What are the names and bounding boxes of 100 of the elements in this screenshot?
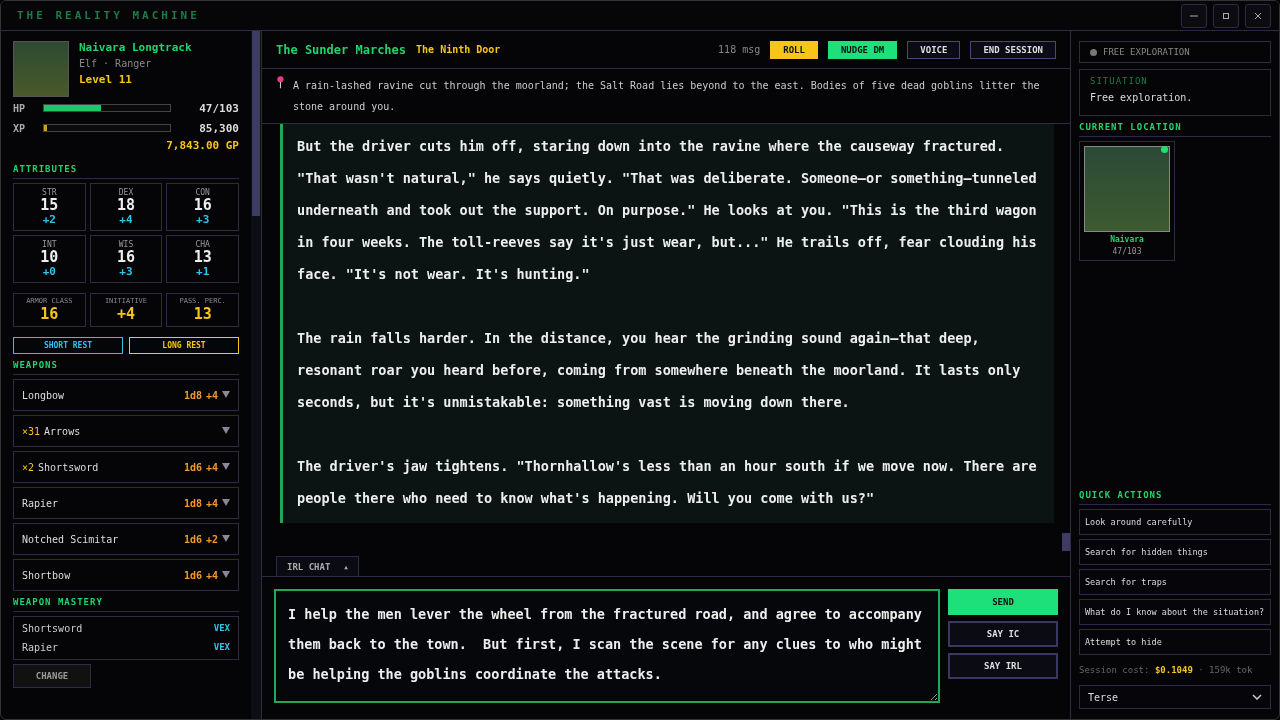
minimize-icon bbox=[1190, 14, 1198, 17]
chevron-down-icon bbox=[1252, 694, 1262, 700]
weapon-quantity: ×2 bbox=[22, 461, 35, 473]
header-button[interactable]: VOICE bbox=[907, 40, 961, 59]
attribute-score: 16 bbox=[193, 197, 212, 213]
attribute-label: CON bbox=[195, 188, 210, 197]
weapon-row[interactable]: Shortbow 1d6 +4 bbox=[13, 559, 239, 591]
attribute-modifier: +1 bbox=[196, 265, 210, 278]
party-member-hp: 47/103 bbox=[1112, 247, 1142, 256]
character-name: Naivara Longtrack bbox=[79, 41, 192, 54]
header-button[interactable]: END SESSION bbox=[970, 40, 1056, 59]
weapon-bonus: +2 bbox=[205, 533, 218, 545]
stat-value: 85,300 bbox=[198, 121, 239, 135]
pin-icon bbox=[276, 75, 285, 89]
mastery-weapon: Rapier bbox=[22, 642, 59, 653]
scroll-thumb[interactable] bbox=[252, 31, 260, 216]
caret-icon[interactable] bbox=[222, 498, 230, 508]
weapon-name: Notched Scimitar bbox=[22, 533, 120, 545]
mastery-property: VEX bbox=[213, 642, 230, 653]
weapon-name: Shortbow bbox=[22, 569, 72, 581]
derived-stat-value: 13 bbox=[193, 305, 212, 323]
attribute-score: 18 bbox=[116, 197, 135, 213]
quick-action-button[interactable]: Search for traps bbox=[1079, 569, 1271, 595]
weapon-damage: 1d8 bbox=[183, 497, 202, 509]
session-cost: Session cost: $0.1049 · 159k tok bbox=[1079, 665, 1254, 675]
minimize-button[interactable] bbox=[1181, 3, 1207, 28]
rest-button[interactable]: LONG REST bbox=[129, 337, 239, 354]
situation-text: Free exploration. bbox=[1090, 92, 1194, 103]
attribute-label: STR bbox=[42, 188, 57, 197]
campaign-title: The Sunder Marches bbox=[276, 42, 407, 57]
narrative-paragraph: But the driver cuts him off, staring down into the ravine where the causeway fractured. "That wasn't natural," he says quietly. "That was deliberate. Someone—or something—tunneled underneath and took out the support. On purpose." He looks at you. "This is the third wagon in four weeks. The toll-reeves say it's just wear, but..." He trails off, fear clouding his face. "It's not wear. It's hunting." bbox=[297, 137, 1038, 284]
send-button[interactable]: SAY IRL bbox=[948, 653, 1058, 679]
weapon-damage: 1d6 bbox=[183, 533, 202, 545]
maximize-icon bbox=[1222, 11, 1230, 20]
weapon-row[interactable]: Rapier 1d8 +4 bbox=[13, 487, 239, 519]
attribute-label: DEX bbox=[118, 188, 134, 197]
derived-stat-value: 16 bbox=[40, 305, 59, 323]
section-heading: WEAPON MASTERY bbox=[13, 591, 239, 612]
narrative-paragraph: The rain falls harder. In the distance, you hear the grinding sound again—that deep, resonant roar you heard before, coming from somewhere beneath the moorland. It lasts only seconds, but it's unmistakable: something vast is moving down there. bbox=[297, 329, 1022, 412]
caret-icon[interactable] bbox=[222, 534, 230, 544]
attribute-modifier: +3 bbox=[196, 213, 210, 226]
weapon-name: Rapier bbox=[22, 497, 60, 509]
maximize-button[interactable] bbox=[1213, 3, 1239, 28]
section-heading: ATTRIBUTES bbox=[13, 158, 239, 179]
weapon-damage: 1d6 bbox=[183, 461, 202, 473]
attribute-score: 13 bbox=[193, 249, 212, 265]
weapon-name: Shortsword bbox=[38, 461, 100, 473]
stat-value: 47/103 bbox=[198, 101, 239, 115]
attribute-score: 10 bbox=[40, 249, 59, 265]
mastery-property: VEX bbox=[213, 623, 230, 634]
send-button[interactable]: SEND bbox=[948, 589, 1058, 615]
weapon-bonus: +4 bbox=[205, 461, 218, 473]
section-heading: QUICK ACTIONS bbox=[1079, 484, 1271, 505]
weapon-damage: 1d6 bbox=[183, 569, 202, 581]
caret-icon[interactable] bbox=[222, 426, 230, 436]
rest-button[interactable]: SHORT REST bbox=[13, 337, 123, 354]
weapon-row[interactable]: Longbow 1d8 +4 bbox=[13, 379, 239, 411]
weapon-bonus: +4 bbox=[205, 569, 218, 581]
message-count: 118 msg bbox=[718, 44, 761, 55]
weapon-row[interactable]: Notched Scimitar 1d6 +2 bbox=[13, 523, 239, 555]
section-heading: WEAPONS bbox=[13, 354, 239, 375]
stat-label: HP bbox=[13, 102, 27, 114]
scroll-thumb[interactable] bbox=[1062, 533, 1070, 551]
attribute-label: INT bbox=[42, 240, 57, 249]
header-button[interactable]: NUDGE DM bbox=[827, 40, 898, 59]
quick-action-button[interactable]: Look around carefully bbox=[1079, 509, 1271, 535]
weapon-quantity: ×31 bbox=[22, 425, 41, 437]
weapon-row[interactable]: ×2 Shortsword 1d6 +4 bbox=[13, 451, 239, 483]
party-card[interactable]: Naivara 47/103 bbox=[1079, 141, 1175, 261]
caret-icon[interactable] bbox=[222, 570, 230, 580]
close-icon bbox=[1254, 11, 1262, 20]
weapon-row[interactable]: ×31 Arrows bbox=[13, 415, 239, 447]
location-description: A rain-lashed ravine cut through the moorland; the Salt Road lies beyond to the east. Bodies of five dead goblins litter the stone around you. bbox=[292, 79, 1041, 114]
race-class: Elf · Ranger bbox=[79, 58, 153, 69]
scrollbar[interactable] bbox=[251, 31, 261, 719]
weapon-bonus: +4 bbox=[205, 389, 218, 401]
party-member-name: Naivara bbox=[1110, 235, 1144, 244]
stat-label: XP bbox=[13, 122, 27, 134]
weapon-bonus: +4 bbox=[205, 497, 218, 509]
weapon-damage: 1d8 bbox=[183, 389, 202, 401]
app-title: THE REALITY MACHINE bbox=[17, 9, 200, 22]
quick-action-button[interactable]: Attempt to hide bbox=[1079, 629, 1271, 655]
quick-action-button[interactable]: What do I know about the situation? bbox=[1079, 599, 1271, 625]
derived-stat-value: +4 bbox=[116, 305, 135, 323]
currency-amount: 7,843.00 GP bbox=[166, 139, 239, 152]
send-button[interactable]: SAY IC bbox=[948, 621, 1058, 647]
dot-icon bbox=[1090, 48, 1097, 56]
attribute-modifier: +3 bbox=[119, 265, 133, 278]
mastery-weapon: Shortsword bbox=[22, 623, 83, 634]
narrative-paragraph: The driver's jaw tightens. "Thornhallow's less than an hour south if we move now. There are people there who need to know what's happening. Will you come with us?" bbox=[297, 457, 1038, 508]
caret-icon[interactable] bbox=[222, 390, 230, 400]
caret-icon[interactable] bbox=[222, 462, 230, 472]
change-button[interactable]: CHANGE bbox=[13, 664, 91, 688]
quick-action-button[interactable]: Search for hidden things bbox=[1079, 539, 1271, 565]
character-level: Level 11 bbox=[79, 73, 133, 86]
header-button[interactable]: ROLL bbox=[770, 40, 818, 59]
portrait-placeholder bbox=[13, 41, 69, 97]
verbosity-select[interactable]: Terse bbox=[1079, 685, 1271, 709]
message-input[interactable]: I help the men lever the wheel from the fractured road, and agree to accompany them back to the town. But first, I scan the scene for any clues to who might be helping the goblins coordinate the attacks. bbox=[274, 589, 940, 703]
attribute-modifier: +0 bbox=[42, 265, 56, 278]
